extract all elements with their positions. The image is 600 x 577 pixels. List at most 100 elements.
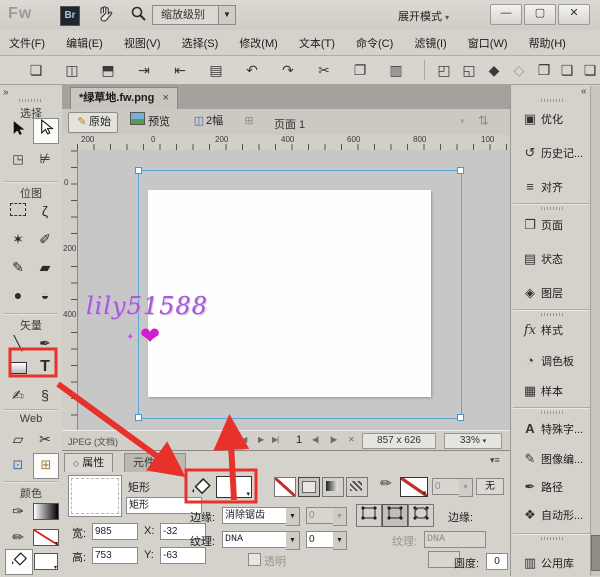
first-page-button[interactable]: |◀	[240, 435, 246, 444]
panel-special-chars[interactable]: A特殊字...	[519, 419, 583, 439]
stroke-category-box[interactable]: 无	[476, 478, 504, 495]
zoom-level-dropdown[interactable]: ▼ 缩放级别	[152, 5, 236, 25]
stroke-texture-dropdown[interactable]: DNA	[424, 531, 486, 548]
maximize-button[interactable]: ▢	[524, 4, 556, 25]
play-button[interactable]: ▶	[258, 435, 263, 444]
tools-panel-expand-icon[interactable]: »	[3, 87, 9, 98]
fill-color-swatch-properties[interactable]: ▾	[216, 476, 252, 498]
selection-handle-br[interactable]	[457, 414, 464, 421]
panel-grip[interactable]	[541, 537, 565, 540]
text-tool[interactable]: T	[33, 355, 57, 379]
stroke-pencil-icon-properties[interactable]: ✏	[380, 475, 392, 492]
blur-tool[interactable]: ●	[6, 283, 30, 307]
panel-history[interactable]: ↺历史记...	[519, 143, 583, 163]
copy-icon[interactable]: ❐	[348, 59, 372, 81]
edge-amount-arrow[interactable]: ▼	[333, 507, 347, 526]
panel-grip[interactable]	[541, 313, 565, 316]
tab-original[interactable]: ✎原始	[68, 112, 118, 133]
corner-normal-button[interactable]	[356, 504, 382, 527]
corner-beveled-button[interactable]	[408, 504, 434, 527]
last-page-button[interactable]: ▶|	[272, 435, 278, 444]
bring-front-icon[interactable]: ❒	[532, 59, 556, 81]
subselection-tool[interactable]	[33, 118, 59, 144]
swap-views-icon[interactable]: ⇅	[478, 113, 489, 129]
roundness-input[interactable]: 0	[486, 553, 508, 570]
menu-window[interactable]: 窗口(W)	[459, 30, 517, 51]
panel-layers[interactable]: ◈图层	[519, 283, 563, 303]
texture-dropdown[interactable]: DNA	[222, 531, 290, 548]
marquee-tool[interactable]	[6, 199, 30, 223]
tools-panel-grip[interactable]	[19, 99, 43, 102]
slice-tool[interactable]: ✂	[33, 427, 57, 451]
group-icon[interactable]: ◰	[432, 59, 456, 81]
menu-help[interactable]: 帮助(H)	[520, 30, 575, 51]
texture-amount-arrow[interactable]: ▼	[333, 531, 347, 550]
print-icon[interactable]: ▤	[204, 59, 228, 81]
panel-menu-icon[interactable]: ▾≡	[490, 455, 500, 466]
document-tab-close-icon[interactable]: ×	[157, 92, 168, 104]
bring-forward-icon[interactable]: ❑	[555, 59, 579, 81]
y-input[interactable]: -63	[160, 547, 206, 564]
stroke-width-arrow[interactable]: ▼	[459, 478, 473, 497]
document-tab[interactable]: *绿草地.fw.png ×	[70, 87, 178, 109]
panel-image-editing[interactable]: ✎图像编...	[519, 449, 583, 469]
next-state-button[interactable]: |▶	[330, 435, 336, 444]
crop-tool[interactable]: ⊭	[33, 147, 57, 171]
stroke-color-swatch[interactable]: ▾	[33, 529, 59, 546]
cut-icon[interactable]: ✂	[312, 59, 336, 81]
magnifier-icon[interactable]	[130, 5, 148, 26]
height-input[interactable]: 753	[92, 547, 138, 564]
gradient-swatch[interactable]	[33, 503, 59, 520]
send-back-icon[interactable]: ❏	[578, 59, 600, 81]
bridge-icon[interactable]: Br	[60, 6, 80, 26]
zoom-level-dropdown-arrow[interactable]: ▼	[218, 6, 235, 24]
tab-preview[interactable]: 预览	[124, 112, 176, 131]
brush-tool[interactable]: ✐	[33, 227, 57, 251]
tab-4up[interactable]: ⊞	[236, 112, 262, 131]
stamp-tool[interactable]: ◒	[33, 283, 57, 307]
menu-modify[interactable]: 修改(M)	[230, 30, 287, 51]
minimize-button[interactable]: —	[490, 4, 522, 25]
ungroup-icon[interactable]: ◱	[457, 59, 481, 81]
fill-none-button[interactable]	[274, 477, 296, 497]
join-icon[interactable]: ◆	[482, 59, 506, 81]
save-icon[interactable]: ◫	[60, 59, 84, 81]
zoom-indicator[interactable]: 33% ▾	[444, 433, 502, 449]
canvas-pasteboard[interactable]: lily51588 ✦ ❤	[78, 150, 510, 430]
menu-edit[interactable]: 编辑(E)	[57, 30, 112, 51]
hotspot-tool[interactable]: ▱	[6, 427, 30, 451]
panel-states[interactable]: ▤状态	[519, 249, 563, 269]
pencil-tool[interactable]: ✎	[6, 255, 30, 279]
menu-view[interactable]: 视图(V)	[115, 30, 170, 51]
fill-color-tool[interactable]	[5, 549, 33, 575]
panel-grip[interactable]	[541, 207, 565, 210]
corner-rounded-button[interactable]	[382, 504, 408, 527]
selection-handle-tl[interactable]	[135, 167, 142, 174]
selection-handle-bl[interactable]	[135, 414, 142, 421]
panel-optimize[interactable]: ▣优化	[519, 109, 563, 129]
panel-grip[interactable]	[541, 411, 565, 414]
edge-dropdown-arrow[interactable]: ▼	[286, 507, 300, 526]
menu-text[interactable]: 文本(T)	[290, 30, 344, 51]
rectangle-tool[interactable]	[6, 357, 30, 381]
lasso-tool[interactable]: ζ	[33, 199, 57, 223]
split-icon[interactable]: ◇	[507, 59, 531, 81]
stop-button[interactable]: ✕	[348, 435, 354, 444]
fill-gradient-button[interactable]	[322, 477, 344, 497]
paste-icon[interactable]: ▥	[384, 59, 408, 81]
panel-styles[interactable]: fx样式	[519, 321, 563, 341]
stroke-color-swatch-properties[interactable]: ▾	[400, 477, 428, 497]
magic-wand-tool[interactable]: ✶	[6, 227, 30, 251]
export-icon[interactable]: ⇤	[168, 59, 192, 81]
hide-slices-button[interactable]: ⊡	[6, 453, 30, 477]
pen-tool[interactable]: ✒	[33, 331, 57, 355]
transparent-checkbox[interactable]	[248, 553, 261, 566]
eyedropper-tool[interactable]: ✑	[6, 499, 30, 523]
menu-select[interactable]: 选择(S)	[173, 30, 228, 51]
right-panel-scrollbar-thumb[interactable]	[591, 535, 600, 571]
view-extra-arrow-icon[interactable]: ▾	[460, 116, 465, 127]
panel-path[interactable]: ✒路径	[519, 477, 563, 497]
fill-bucket-icon[interactable]	[190, 475, 212, 498]
new-file-icon[interactable]: ❏	[24, 59, 48, 81]
prev-state-button[interactable]: ◀|	[312, 435, 318, 444]
